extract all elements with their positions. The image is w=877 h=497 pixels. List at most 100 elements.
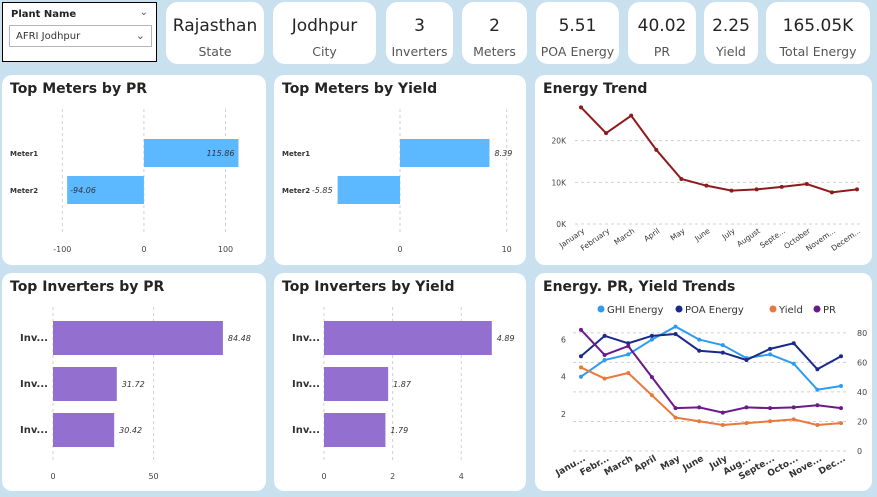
bar [53, 413, 115, 447]
x-tick-label: 50 [148, 472, 158, 481]
data-point [779, 184, 784, 189]
kpi-value: 165.05K [782, 16, 854, 36]
bar [400, 139, 490, 167]
data-point [626, 352, 631, 357]
kpi-value: Jodhpur [291, 16, 358, 36]
data-point [815, 423, 820, 427]
data-label: -5.85 [312, 186, 333, 195]
series-line [580, 325, 842, 391]
legend-label: POA Energy [685, 305, 744, 316]
bar [53, 321, 223, 355]
chevron-up-icon[interactable]: ⌄ [140, 7, 148, 18]
data-point [768, 352, 773, 357]
data-point [673, 324, 678, 329]
data-label: 84.48 [228, 334, 251, 343]
data-point [720, 410, 725, 415]
data-point [579, 105, 583, 110]
chart-title: Top Inverters by Yield [282, 279, 455, 295]
data-point [602, 352, 607, 357]
y-right-tick-label: 40 [857, 388, 867, 397]
data-point [579, 365, 583, 370]
chevron-down-icon[interactable]: ⌄ [136, 29, 145, 42]
kpi-total-energy: 165.05K Total Energy [766, 2, 870, 64]
x-tick-label: May [659, 454, 682, 473]
legend-label: GHI Energy [607, 305, 663, 316]
x-tick-label: June [681, 454, 706, 474]
top-inverters-by-yield-card: Top Inverters by Yield 0 2 4 Inv... 4.89 Inv.… [274, 273, 526, 491]
x-tick-label: 0 [397, 245, 402, 254]
data-label: 31.72 [122, 380, 145, 389]
data-point [815, 367, 820, 372]
kpi-value: 3 [414, 16, 425, 36]
data-point [744, 405, 749, 410]
legend-marker [675, 305, 683, 313]
kpi-inverters: 3 Inverters [386, 2, 453, 64]
data-point [697, 419, 702, 424]
category-label: Meter1 [282, 150, 310, 158]
chart-title: Energy Trend [543, 81, 648, 97]
data-point [649, 337, 654, 342]
y-left-tick-label: 2 [561, 410, 566, 419]
data-point [829, 190, 834, 195]
data-point [579, 354, 583, 359]
y-tick-label: 10K [552, 178, 568, 187]
data-point [855, 187, 859, 192]
data-point [649, 393, 654, 398]
plant-name-slicer[interactable]: Plant Name ⌄ AFRI Jodhpur ⌄ [2, 2, 157, 62]
data-point [697, 405, 702, 410]
top-inverters-by-pr-chart: 0 50 Inv... 84.48 Inv... 31.72 Inv... 30.42 [20, 307, 251, 481]
x-tick-label: 0 [141, 245, 146, 254]
energy-pr-yield-trends-card: Energy. PR, Yield Trends 0 20 40 60 80 2 4 6 GHI… [535, 273, 872, 491]
data-point [602, 358, 607, 362]
kpi-label: Inverters [391, 44, 448, 59]
data-point [791, 405, 796, 410]
kpi-label: Total Energy [779, 44, 857, 59]
kpi-poa-energy: 5.51 POA Energy [536, 2, 619, 64]
data-point [697, 337, 702, 342]
data-point [768, 419, 773, 424]
legend-marker [813, 305, 821, 313]
chart-title: Energy. PR, Yield Trends [543, 279, 736, 295]
data-point [697, 348, 702, 353]
data-label: 1.79 [390, 426, 408, 435]
kpi-label: Yield [716, 44, 746, 59]
data-point [704, 183, 709, 188]
data-point [679, 177, 684, 181]
chart-title: Top Meters by Yield [282, 81, 438, 97]
category-label: Inv... [292, 379, 320, 390]
kpi-label: POA Energy [540, 44, 615, 59]
data-point [673, 406, 678, 411]
legend-marker [769, 305, 777, 313]
top-meters-by-pr-card: Top Meters by PR -100 0 100 Meter1 115.86 Met… [2, 75, 266, 265]
kpi-label: PR [653, 44, 671, 59]
data-point [754, 187, 759, 192]
plant-name-dropdown[interactable]: AFRI Jodhpur ⌄ [9, 25, 152, 47]
data-point [839, 354, 843, 359]
legend-label: Yield [778, 305, 803, 316]
y-right-tick-label: 60 [857, 358, 867, 367]
data-point [768, 406, 773, 411]
chart-title: Top Meters by PR [10, 81, 147, 97]
top-meters-by-pr-chart: -100 0 100 Meter1 115.86 Meter2 -94.06 [10, 109, 239, 254]
kpi-value: 5.51 [558, 16, 597, 36]
x-tick-label: May [669, 226, 687, 243]
x-tick-label: Septe... [758, 226, 787, 250]
x-tick-label: February [579, 226, 612, 253]
data-point [673, 332, 678, 336]
data-point [729, 188, 734, 193]
data-point [602, 333, 607, 338]
category-label: Inv... [20, 333, 48, 344]
plant-name-value: AFRI Jodhpur [16, 31, 81, 42]
data-point [720, 343, 725, 348]
kpi-meters: 2 Meters [462, 2, 527, 64]
top-meters-by-yield-card: Top Meters by Yield 0 10 Meter1 8.39 Meter2-… [274, 75, 526, 265]
data-point [720, 350, 725, 355]
data-point [815, 387, 820, 392]
x-tick-label: 10 [502, 245, 512, 254]
data-label: 1.87 [393, 380, 412, 389]
bar [324, 321, 492, 355]
y-tick-label: 0K [556, 220, 567, 229]
kpi-value: Rajasthan [172, 16, 258, 36]
data-point [654, 147, 659, 152]
data-point [626, 371, 631, 375]
